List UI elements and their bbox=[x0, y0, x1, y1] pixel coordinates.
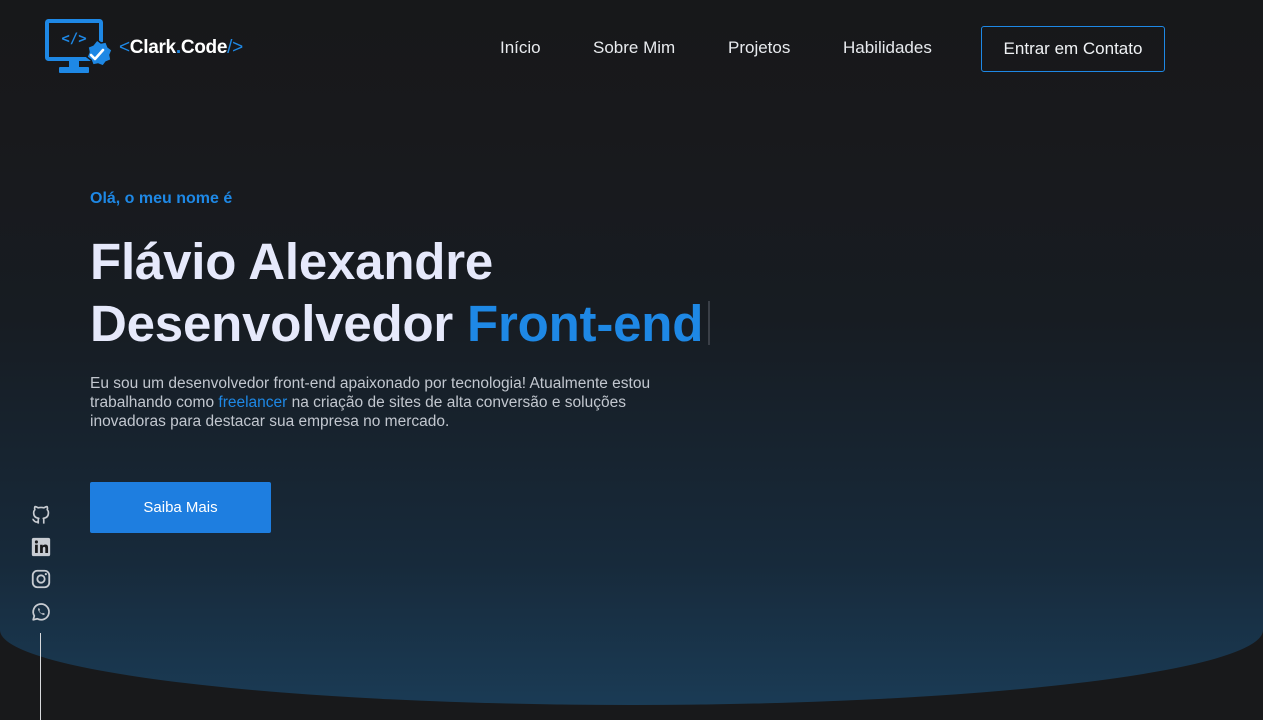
linkedin-icon[interactable] bbox=[30, 536, 52, 558]
logo[interactable]: </> <Clark.Code/> bbox=[45, 18, 243, 78]
social-links bbox=[30, 503, 52, 633]
logo-suffix: /> bbox=[227, 37, 243, 58]
typing-cursor bbox=[708, 301, 711, 345]
nav-link-inicio[interactable]: Início bbox=[500, 38, 541, 58]
contact-button[interactable]: Entrar em Contato bbox=[981, 26, 1165, 72]
whatsapp-icon[interactable] bbox=[30, 601, 52, 623]
github-icon[interactable] bbox=[30, 503, 52, 525]
logo-name-part1: Clark bbox=[129, 37, 176, 58]
logo-prefix: < bbox=[119, 37, 130, 58]
hero-name: Flávio Alexandre bbox=[90, 233, 494, 290]
social-divider-line bbox=[40, 633, 41, 720]
hero-greeting: Olá, o meu nome é bbox=[90, 190, 233, 207]
hero-role-highlight: Front-end bbox=[467, 295, 704, 352]
logo-name-part2: Code bbox=[180, 37, 228, 58]
monitor-code-icon: </> bbox=[45, 19, 113, 73]
svg-text:</>: </> bbox=[61, 31, 86, 47]
nav-link-sobre-mim[interactable]: Sobre Mim bbox=[593, 38, 675, 58]
hero-role: Desenvolvedor Front-end bbox=[90, 294, 711, 353]
site-header: </> <Clark.Code/> Início Sobre Mim Proje… bbox=[0, 0, 1263, 100]
nav-link-habilidades[interactable]: Habilidades bbox=[843, 38, 932, 58]
freelancer-link[interactable]: freelancer bbox=[218, 394, 287, 411]
hero-bio: Eu sou um desenvolvedor front-end apaixo… bbox=[90, 374, 700, 431]
hero-role-prefix: Desenvolvedor bbox=[90, 295, 454, 352]
learn-more-button[interactable]: Saiba Mais bbox=[90, 482, 271, 533]
nav-link-projetos[interactable]: Projetos bbox=[728, 38, 790, 58]
logo-text: <Clark.Code/> bbox=[119, 37, 243, 59]
instagram-icon[interactable] bbox=[30, 568, 52, 590]
